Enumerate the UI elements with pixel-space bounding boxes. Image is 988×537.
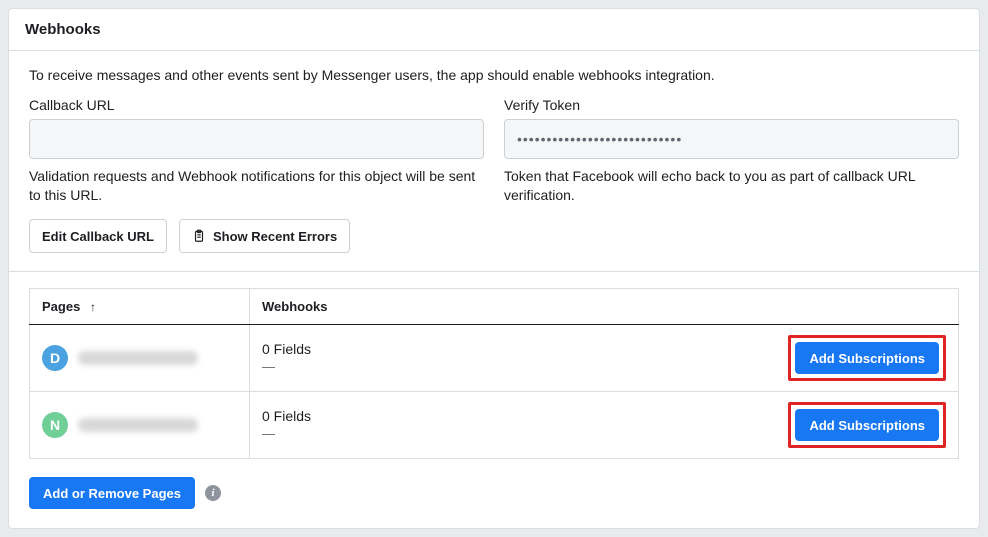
highlight-annotation: Add Subscriptions (788, 335, 946, 381)
add-remove-pages-label: Add or Remove Pages (43, 486, 181, 501)
description-text: To receive messages and other events sen… (29, 67, 959, 83)
callback-label: Callback URL (29, 97, 484, 113)
edit-callback-label: Edit Callback URL (42, 229, 154, 244)
table-wrap: Pages ↑ Webhooks D (9, 272, 979, 467)
edit-callback-button[interactable]: Edit Callback URL (29, 219, 167, 253)
page-cell[interactable]: D (42, 345, 237, 371)
col-pages-header[interactable]: Pages ↑ (30, 289, 250, 325)
token-field-col: Verify Token Token that Facebook will ec… (504, 97, 959, 205)
verify-token-input[interactable] (504, 119, 959, 159)
token-help: Token that Facebook will echo back to yo… (504, 167, 959, 205)
table-row: D 0 Fields — Add Subscrip (30, 325, 959, 392)
callback-help: Validation requests and Webhook notifica… (29, 167, 484, 205)
show-errors-label: Show Recent Errors (213, 229, 337, 244)
page-cell[interactable]: N (42, 412, 237, 438)
webhook-cell: 0 Fields — Add Subscriptions (262, 335, 946, 381)
webhook-fields-count: 0 Fields (262, 407, 311, 425)
show-errors-button[interactable]: Show Recent Errors (179, 219, 350, 253)
webhook-details: — (262, 359, 311, 376)
add-subscriptions-button[interactable]: Add Subscriptions (795, 342, 939, 374)
clipboard-icon (192, 229, 206, 243)
footer-row: Add or Remove Pages i (9, 467, 979, 529)
pages-table: Pages ↑ Webhooks D (29, 288, 959, 459)
webhook-details: — (262, 426, 311, 443)
card-title: Webhooks (25, 21, 101, 38)
add-subscriptions-label: Add Subscriptions (809, 418, 925, 433)
page-avatar: D (42, 345, 68, 371)
button-row: Edit Callback URL Show Recent Errors (29, 219, 959, 253)
add-remove-pages-button[interactable]: Add or Remove Pages (29, 477, 195, 509)
add-subscriptions-label: Add Subscriptions (809, 351, 925, 366)
sort-asc-icon: ↑ (90, 300, 96, 314)
page-avatar: N (42, 412, 68, 438)
col-webhooks-header: Webhooks (250, 289, 959, 325)
webhook-info: 0 Fields — (262, 407, 311, 442)
webhook-cell: 0 Fields — Add Subscriptions (262, 402, 946, 448)
col-pages-label: Pages (42, 299, 80, 314)
callback-url-input[interactable] (29, 119, 484, 159)
webhooks-card: Webhooks To receive messages and other e… (8, 8, 980, 529)
webhook-fields-count: 0 Fields (262, 340, 311, 358)
webhook-info: 0 Fields — (262, 340, 311, 375)
col-webhooks-label: Webhooks (262, 299, 328, 314)
page-name-redacted (78, 351, 198, 365)
add-subscriptions-button[interactable]: Add Subscriptions (795, 409, 939, 441)
page-name-redacted (78, 418, 198, 432)
info-icon[interactable]: i (205, 485, 221, 501)
token-label: Verify Token (504, 97, 959, 113)
highlight-annotation: Add Subscriptions (788, 402, 946, 448)
callback-field-col: Callback URL Validation requests and Web… (29, 97, 484, 205)
table-row: N 0 Fields — Add Subscrip (30, 392, 959, 459)
card-header: Webhooks (9, 9, 979, 51)
field-row: Callback URL Validation requests and Web… (29, 97, 959, 205)
card-body: To receive messages and other events sen… (9, 51, 979, 272)
